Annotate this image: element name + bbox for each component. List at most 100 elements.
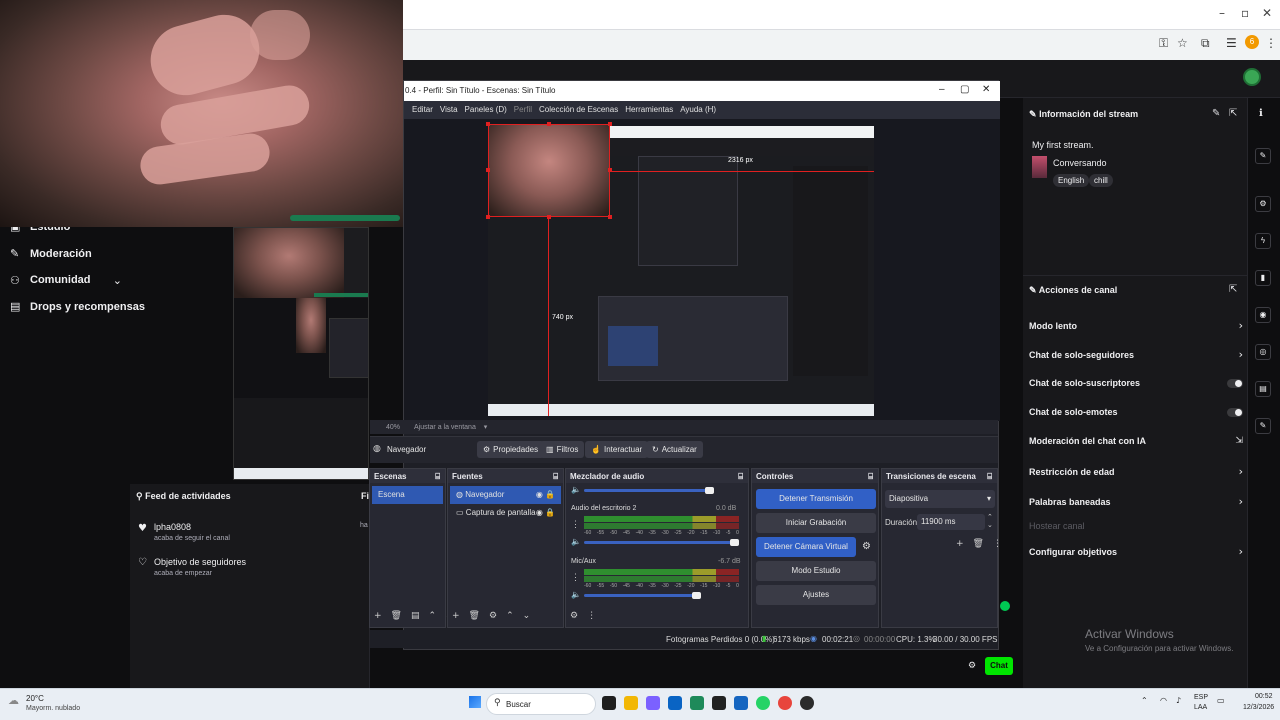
obs-taskbar-icon[interactable] (800, 696, 814, 710)
browser-close-button[interactable]: ✕ (1262, 6, 1272, 20)
rail-chat-icon[interactable]: ◉ (1255, 307, 1271, 323)
source-down-button[interactable]: ⌄ (523, 611, 531, 621)
browser-menu-icon[interactable]: ⋮ (1265, 36, 1277, 50)
feed-event-name[interactable]: lpha0808 (154, 522, 191, 532)
channel-1-menu-icon[interactable]: ⋮ (571, 519, 580, 530)
virtualcam-settings-icon[interactable]: ⚙ (862, 541, 871, 552)
source-item-browser[interactable]: ◍ Navegador ◉ 🔒 (450, 486, 561, 504)
selected-source-box[interactable] (488, 124, 610, 217)
language-indicator[interactable]: ESP (1194, 694, 1208, 701)
rail-trash-icon[interactable]: ▮ (1255, 270, 1271, 286)
duration-input[interactable]: 11900 ms (917, 514, 985, 530)
outlook-icon[interactable] (668, 696, 682, 710)
obs-preview-canvas[interactable]: 2316 px 740 px (404, 119, 1000, 421)
remove-source-button[interactable]: 🗑 (469, 611, 480, 621)
action-banned-words[interactable]: Palabras baneadas › (1029, 495, 1243, 508)
action-slow-mode[interactable]: Modo lento › (1029, 319, 1243, 332)
copilot-icon[interactable] (646, 696, 660, 710)
category-name[interactable]: Conversando (1053, 158, 1107, 168)
channel-1-speaker-icon[interactable]: 🔈 (571, 537, 581, 546)
menu-edit[interactable]: Editar (412, 105, 433, 119)
menu-profile[interactable]: Perfil (514, 105, 532, 119)
source-props-button[interactable]: ⚙ (489, 611, 497, 621)
rail-bolt-icon[interactable]: ϟ (1255, 233, 1271, 249)
transition-select[interactable]: Diapositiva ▾ (885, 490, 995, 508)
user-avatar[interactable] (1243, 68, 1261, 86)
settings-button[interactable]: Ajustes (756, 585, 876, 605)
move-up-button[interactable]: ⌃ (429, 611, 437, 621)
channel-2-slider[interactable] (584, 594, 696, 597)
interact-button[interactable]: ☝ Interactuar (585, 441, 649, 458)
channel-1-slider[interactable] (584, 541, 734, 544)
start-recording-button[interactable]: Iniciar Grabación (756, 513, 876, 533)
handle-ml[interactable] (486, 168, 490, 172)
scene-filters-button[interactable]: ▤ (411, 611, 420, 621)
nav-moderation[interactable]: ✎ Moderación (10, 247, 92, 260)
obs-minimize-button[interactable]: – (939, 84, 945, 95)
file-explorer-icon[interactable] (624, 696, 638, 710)
obs-close-button[interactable]: ✕ (982, 84, 990, 95)
menu-tools[interactable]: Herramientas (625, 105, 673, 119)
mixer-settings-icon[interactable]: ⚙ (570, 611, 578, 621)
stop-stream-button[interactable]: Detener Transmisión (756, 489, 876, 509)
action-emotes-only[interactable]: Chat de solo-emotes (1029, 407, 1243, 417)
zoom-value[interactable]: 40% (386, 424, 400, 431)
clock-time[interactable]: 00:52 (1255, 693, 1273, 700)
filters-button[interactable]: ▥ Filtros (540, 441, 585, 458)
speaker-icon[interactable]: 🔈 (571, 485, 581, 494)
network-icon[interactable]: ▭ (1217, 696, 1225, 705)
whatsapp-icon[interactable] (756, 696, 770, 710)
tray-chevron-icon[interactable]: ⌃ (1141, 696, 1148, 705)
scene-item[interactable]: Escena (372, 486, 443, 504)
add-transition-button[interactable]: + (956, 539, 964, 549)
start-button[interactable] (469, 696, 481, 708)
address-bar[interactable] (403, 29, 1280, 60)
add-source-button[interactable]: + (452, 611, 460, 621)
channel-2-menu-icon[interactable]: ⋮ (571, 572, 580, 583)
mixer-menu-icon[interactable]: ⋮ (587, 611, 596, 621)
menu-scene-collection[interactable]: Colección de Escenas (539, 105, 618, 119)
taskbar-search[interactable]: ⚲ Buscar (486, 693, 596, 715)
edge-icon[interactable] (690, 696, 704, 710)
stop-virtualcam-button[interactable]: Detener Cámara Virtual (756, 537, 856, 557)
channel-2-knob[interactable] (692, 592, 701, 599)
action-subscribers-only[interactable]: Chat de solo-suscriptores (1029, 378, 1243, 388)
remove-scene-button[interactable]: 🗑 (391, 611, 402, 621)
weather-icon[interactable]: ☁ (8, 694, 19, 707)
handle-tl[interactable] (486, 122, 490, 126)
zoom-fit[interactable]: Ajustar a la ventana (414, 424, 476, 431)
transition-menu-icon[interactable]: ⋮ (993, 539, 1002, 549)
chat-button[interactable]: Chat (985, 657, 1013, 675)
properties-button[interactable]: ⚙ Propiedades (477, 441, 545, 458)
studio-mode-button[interactable]: Modo Estudio (756, 561, 876, 581)
bookmark-star-icon[interactable]: ☆ (1177, 36, 1188, 50)
key-icon[interactable]: ⚿ (1159, 36, 1168, 51)
channel-1-knob[interactable] (730, 539, 739, 546)
nav-drops[interactable]: ▤ Drops y recompensas (10, 300, 145, 313)
popout-icon[interactable]: ⇱ (1229, 108, 1237, 119)
channel-actions-popout-icon[interactable]: ⇱ (1229, 284, 1237, 295)
zoom-dropdown-icon[interactable]: ▾ (484, 424, 488, 431)
action-configure-goals[interactable]: Configurar objetivos › (1029, 545, 1243, 558)
source-up-button[interactable]: ⌃ (506, 611, 514, 621)
action-followers-only[interactable]: Chat de solo-seguidores › (1029, 348, 1243, 361)
rail-layout-icon[interactable]: ▤ (1255, 381, 1271, 397)
obs-maximize-button[interactable]: ▢ (960, 84, 969, 95)
feed-goal-name[interactable]: Objetivo de seguidores (154, 557, 246, 567)
action-ai-moderation[interactable]: Moderación del chat con IA ⇲ (1029, 436, 1243, 446)
rail-settings-icon[interactable]: ⚙ (1255, 196, 1271, 212)
wifi-icon[interactable]: ◠ (1160, 696, 1167, 705)
add-scene-button[interactable]: + (374, 611, 382, 621)
volume-knob-top[interactable] (705, 487, 714, 494)
browser-minimize-button[interactable]: – (1219, 6, 1225, 20)
tag-english[interactable]: English (1053, 174, 1090, 187)
tag-chill[interactable]: chill (1089, 174, 1113, 187)
taskview-icon[interactable] (602, 696, 616, 710)
chat-settings-icon[interactable]: ⚙ (968, 661, 976, 671)
handle-mr[interactable] (608, 168, 612, 172)
extensions-icon[interactable]: ⧉ (1201, 36, 1210, 51)
menu-view[interactable]: Vista (440, 105, 458, 119)
nav-community[interactable]: ⚇ Comunidad ⌄ (10, 274, 122, 287)
mic-icon[interactable]: ♪ (1176, 696, 1181, 705)
browser-restore-button[interactable]: ▫ (1241, 6, 1249, 20)
